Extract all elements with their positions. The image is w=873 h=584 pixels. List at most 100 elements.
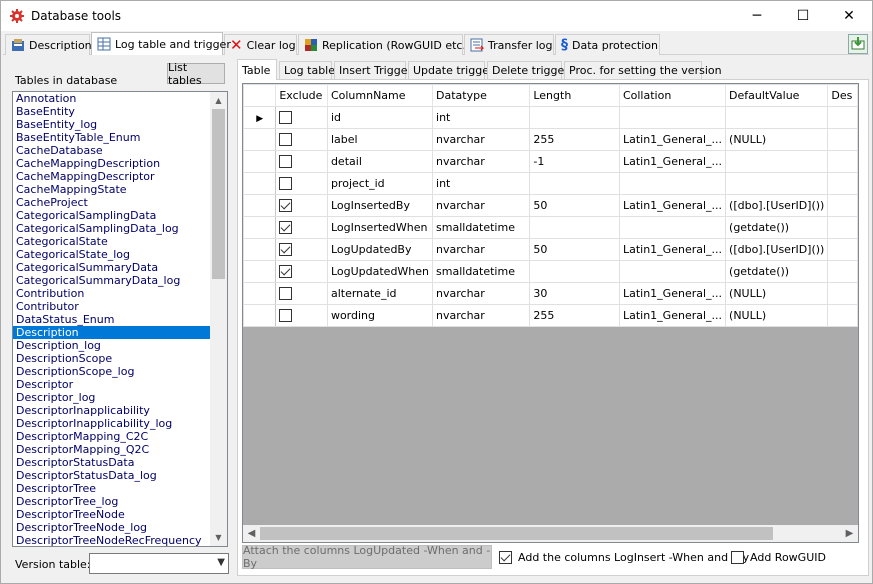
table-list-item[interactable]: CacheProject xyxy=(13,196,211,209)
exclude-checkbox[interactable] xyxy=(279,221,293,235)
datatype-cell[interactable]: nvarchar xyxy=(432,194,531,217)
exclude-cell[interactable] xyxy=(275,304,328,327)
tab-transfer-log[interactable]: Transfer log xyxy=(464,34,554,55)
table-row[interactable]: LogInsertedBy nvarchar 50 Latin1_General_..… xyxy=(243,194,858,217)
table-list-item[interactable]: DescriptionScope_log xyxy=(13,365,211,378)
length-cell[interactable]: -1 xyxy=(529,150,620,173)
description-cell[interactable] xyxy=(827,260,858,283)
row-header[interactable] xyxy=(243,172,277,195)
table-list-item[interactable]: DescriptorTree xyxy=(13,482,211,495)
scroll-up-icon[interactable]: ▲ xyxy=(210,92,227,109)
table-list-item[interactable]: DescriptorTreeNode_log xyxy=(13,521,211,534)
exclude-cell[interactable] xyxy=(275,128,328,151)
columns-datagrid[interactable]: Exclude ColumnName Datatype Length Colla… xyxy=(242,83,859,543)
defaultvalue-cell[interactable]: ([dbo].[UserID]()) xyxy=(725,238,829,261)
defaultvalue-cell[interactable]: (NULL) xyxy=(725,304,829,327)
exclude-checkbox[interactable] xyxy=(279,287,293,301)
description-cell[interactable] xyxy=(827,282,858,305)
columnname-cell[interactable]: LogUpdatedWhen xyxy=(326,260,434,283)
exclude-checkbox[interactable] xyxy=(279,155,293,169)
exclude-checkbox[interactable] xyxy=(279,177,293,191)
table-list-item[interactable]: Descriptor_log xyxy=(13,391,211,404)
row-header[interactable] xyxy=(243,194,277,217)
col-header-datatype[interactable]: Datatype xyxy=(432,84,531,107)
collation-cell[interactable]: Latin1_General_... xyxy=(618,128,727,151)
length-cell[interactable] xyxy=(529,216,620,239)
length-cell[interactable]: 50 xyxy=(529,238,620,261)
table-list-item[interactable]: CategoricalSummaryData xyxy=(13,261,211,274)
description-cell[interactable] xyxy=(827,216,858,239)
exclude-cell[interactable] xyxy=(275,172,328,195)
col-header-length[interactable]: Length xyxy=(529,84,620,107)
columnname-cell[interactable]: wording xyxy=(326,304,434,327)
exclude-cell[interactable] xyxy=(275,216,328,239)
collation-cell[interactable] xyxy=(618,106,727,129)
tables-listbox[interactable]: Annotation BaseEntity BaseEntity_log BaseEn… xyxy=(12,91,228,547)
exclude-cell[interactable] xyxy=(275,194,328,217)
collation-cell[interactable] xyxy=(618,216,727,239)
defaultvalue-cell[interactable]: (NULL) xyxy=(725,282,829,305)
length-cell[interactable] xyxy=(529,106,620,129)
row-header[interactable] xyxy=(243,304,277,327)
collation-cell[interactable]: Latin1_General_... xyxy=(618,150,727,173)
col-header-columnname[interactable]: ColumnName xyxy=(326,84,434,107)
defaultvalue-cell[interactable]: ([dbo].[UserID]()) xyxy=(725,194,829,217)
chevron-down-icon[interactable]: ▼ xyxy=(217,557,225,568)
length-cell[interactable] xyxy=(529,260,620,283)
table-list-item[interactable]: Descriptor xyxy=(13,378,211,391)
columnname-cell[interactable]: id xyxy=(326,106,434,129)
scroll-right-icon[interactable]: ▶ xyxy=(841,525,858,542)
add-loginsert-checkbox-row[interactable]: Add the columns LogInsert -When and -By xyxy=(499,551,749,564)
description-cell[interactable] xyxy=(827,150,858,173)
collation-cell[interactable]: Latin1_General_... xyxy=(618,238,727,261)
datatype-cell[interactable]: smalldatetime xyxy=(432,216,531,239)
attach-logupdated-button[interactable]: Attach the columns LogUpdated -When and … xyxy=(242,544,492,570)
datatype-cell[interactable]: smalldatetime xyxy=(432,260,531,283)
table-list-item[interactable]: DescriptorStatusData xyxy=(13,456,211,469)
table-list-item[interactable]: DescriptorStatusData_log xyxy=(13,469,211,482)
subtab-update-trigger[interactable]: Update trigger xyxy=(408,61,493,79)
table-list-item[interactable]: CacheDatabase xyxy=(13,144,211,157)
table-row[interactable]: label nvarchar 255 Latin1_General_... (NULL) xyxy=(243,128,858,151)
description-cell[interactable] xyxy=(827,106,858,129)
description-cell[interactable] xyxy=(827,304,858,327)
exclude-cell[interactable] xyxy=(275,238,328,261)
datatype-cell[interactable]: int xyxy=(432,106,531,129)
row-header[interactable] xyxy=(243,216,277,239)
table-list-item[interactable]: CacheMappingDescriptor xyxy=(13,170,211,183)
datatype-cell[interactable]: nvarchar xyxy=(432,282,531,305)
tab-description[interactable]: Description xyxy=(5,34,92,55)
table-list-item[interactable]: DescriptorMapping_Q2C xyxy=(13,443,211,456)
description-cell[interactable] xyxy=(827,238,858,261)
row-header[interactable] xyxy=(243,260,277,283)
length-cell[interactable]: 50 xyxy=(529,194,620,217)
row-header[interactable] xyxy=(243,282,277,305)
columnname-cell[interactable]: LogInsertedWhen xyxy=(326,216,434,239)
collation-cell[interactable] xyxy=(618,172,727,195)
row-header[interactable] xyxy=(243,128,277,151)
table-row[interactable]: ▶ id int xyxy=(243,106,858,129)
table-list-item[interactable]: Contributor xyxy=(13,300,211,313)
columnname-cell[interactable]: LogInsertedBy xyxy=(326,194,434,217)
length-cell[interactable] xyxy=(529,172,620,195)
description-cell[interactable] xyxy=(827,128,858,151)
defaultvalue-cell[interactable] xyxy=(725,172,829,195)
grid-horizontal-scrollbar[interactable]: ◀ ▶ xyxy=(243,525,858,542)
defaultvalue-cell[interactable]: (NULL) xyxy=(725,128,829,151)
table-list-item[interactable]: CategoricalSamplingData xyxy=(13,209,211,222)
maximize-button[interactable]: ☐ xyxy=(780,1,826,31)
exclude-checkbox[interactable] xyxy=(279,309,293,323)
length-cell[interactable]: 255 xyxy=(529,304,620,327)
table-row[interactable]: LogUpdatedBy nvarchar 50 Latin1_General_...… xyxy=(243,238,858,261)
minimize-button[interactable]: ─ xyxy=(734,1,780,31)
scroll-down-icon[interactable]: ▼ xyxy=(210,529,227,546)
table-list-item[interactable]: BaseEntity xyxy=(13,105,211,118)
table-list-item[interactable]: Description xyxy=(13,326,211,339)
add-rowguid-checkbox[interactable] xyxy=(731,551,744,564)
columnname-cell[interactable]: detail xyxy=(326,150,434,173)
exclude-checkbox[interactable] xyxy=(279,133,293,147)
table-list-item[interactable]: CategoricalSummaryData_log xyxy=(13,274,211,287)
table-row[interactable]: wording nvarchar 255 Latin1_General_... (NUL… xyxy=(243,304,858,327)
table-list-item[interactable]: CacheMappingDescription xyxy=(13,157,211,170)
collation-cell[interactable]: Latin1_General_... xyxy=(618,282,727,305)
